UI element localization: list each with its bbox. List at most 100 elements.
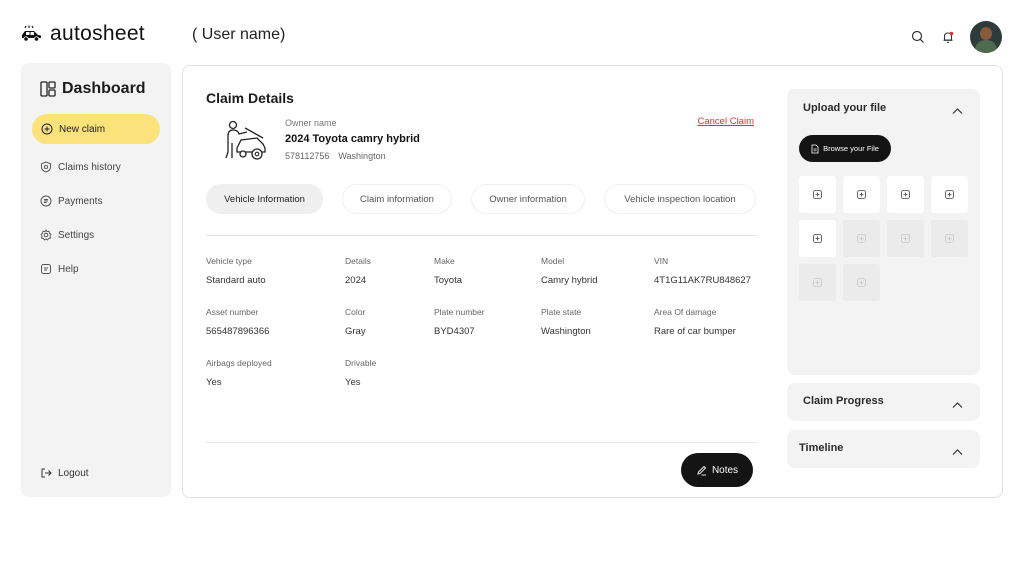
avatar-body <box>975 40 997 53</box>
field-drivable: Drivable Yes <box>345 358 376 388</box>
sidebar-item-help[interactable]: Help <box>40 261 121 277</box>
field-label: Details <box>345 256 371 266</box>
gear-icon <box>40 229 52 241</box>
upload-slot[interactable] <box>931 176 968 213</box>
divider-top <box>206 235 757 236</box>
sidebar: Dashboard New claim Claims history Payme… <box>21 63 171 497</box>
upload-slot[interactable] <box>887 176 924 213</box>
new-claim-label: New claim <box>59 123 106 135</box>
plus-circle-icon <box>41 123 53 135</box>
field-vehicle-type: Vehicle type Standard auto <box>206 256 266 286</box>
field-label: Plate state <box>541 307 582 317</box>
add-icon <box>945 234 954 243</box>
logout-button[interactable]: Logout <box>40 467 89 479</box>
brand-name: autosheet <box>50 22 145 45</box>
add-icon <box>857 190 866 199</box>
field-value: BYD4307 <box>434 326 475 337</box>
field-row: Airbags deployed Yes Drivable Yes <box>206 358 766 409</box>
tab-vehicle-inspection-location[interactable]: Vehicle inspection location <box>604 184 756 214</box>
owner-info: Owner name 2024 Toyota camry hybrid 5781… <box>285 118 420 162</box>
tab-vehicle-information[interactable]: Vehicle Information <box>206 184 323 214</box>
claim-progress-panel[interactable]: Claim Progress <box>787 383 980 421</box>
upload-title: Upload your file <box>803 102 887 114</box>
avatar[interactable] <box>970 21 1002 53</box>
cancel-claim-link[interactable]: Cancel Claim <box>698 116 755 127</box>
sidebar-item-label: Claims history <box>58 161 121 173</box>
timeline-title: Timeline <box>799 442 844 454</box>
upload-slot[interactable] <box>931 220 968 257</box>
field-color: Color Gray <box>345 307 366 337</box>
field-airbags-deployed: Airbags deployed Yes <box>206 358 272 388</box>
field-row: Vehicle type Standard auto Details 2024 … <box>206 256 766 307</box>
field-value: Standard auto <box>206 275 266 286</box>
owner-location: Washington <box>338 151 386 161</box>
field-value: 565487896366 <box>206 326 270 337</box>
chevron-up-icon <box>952 443 963 461</box>
timeline-panel[interactable]: Timeline <box>787 430 980 468</box>
sidebar-title[interactable]: Dashboard <box>40 80 146 98</box>
sidebar-item-label: Payments <box>58 195 103 207</box>
field-row: Asset number 565487896366 Color Gray Pla… <box>206 307 766 358</box>
mechanic-car-icon <box>223 118 267 162</box>
field-label: Make <box>434 256 455 266</box>
sidebar-item-payments[interactable]: Payments <box>40 193 121 209</box>
upload-slot[interactable] <box>887 220 924 257</box>
field-label: Area Of damage <box>654 307 717 317</box>
sidebar-item-settings[interactable]: Settings <box>40 227 121 243</box>
chevron-up-icon <box>952 396 963 414</box>
field-value: Rare of car bumper <box>654 326 736 337</box>
vehicle-fields: Vehicle type Standard auto Details 2024 … <box>206 256 766 409</box>
brand-logo[interactable]: autosheet <box>20 22 145 46</box>
browse-file-button[interactable]: Browse your File <box>799 135 891 162</box>
header-user-name: ( User name) <box>192 26 286 43</box>
owner-block: Owner name 2024 Toyota camry hybrid 5781… <box>223 118 420 162</box>
logout-label: Logout <box>58 467 89 479</box>
new-claim-button[interactable]: New claim <box>32 114 160 144</box>
upload-slot[interactable] <box>843 220 880 257</box>
logout-icon <box>40 467 52 479</box>
claim-details-card: Claim Details Owner name 2024 Toyota cam… <box>182 65 1003 498</box>
field-value: Gray <box>345 326 366 337</box>
field-value: Toyota <box>434 275 462 286</box>
upload-slot[interactable] <box>799 176 836 213</box>
claim-tabs: Vehicle Information Claim information Ow… <box>206 184 756 214</box>
shield-icon <box>40 161 52 173</box>
field-value: Yes <box>206 377 222 388</box>
owner-meta: 578112756 Washington <box>285 151 420 161</box>
search-icon[interactable] <box>910 29 926 45</box>
upload-slot[interactable] <box>799 220 836 257</box>
notes-button[interactable]: Notes <box>681 453 753 487</box>
tab-owner-information[interactable]: Owner information <box>471 184 585 214</box>
field-area-of-damage: Area Of damage Rare of car bumper <box>654 307 736 337</box>
field-label: Vehicle type <box>206 256 252 266</box>
upload-slot[interactable] <box>799 264 836 301</box>
vehicle-title: 2024 Toyota camry hybrid <box>285 133 420 145</box>
upload-slot[interactable] <box>843 176 880 213</box>
field-label: Drivable <box>345 358 377 368</box>
upload-panel: Upload your file Browse your File <box>787 89 980 375</box>
field-plate-number: Plate number BYD4307 <box>434 307 485 337</box>
field-plate-state: Plate state Washington <box>541 307 591 337</box>
field-label: Asset number <box>206 307 259 317</box>
add-icon <box>901 234 910 243</box>
bell-icon[interactable] <box>940 29 956 45</box>
file-icon <box>811 144 819 154</box>
add-icon <box>901 190 910 199</box>
payments-icon <box>40 195 52 207</box>
owner-label: Owner name <box>285 118 337 128</box>
field-label: Model <box>541 256 565 266</box>
sidebar-item-label: Help <box>58 263 79 275</box>
field-value: Camry hybrid <box>541 275 598 286</box>
upload-slot[interactable] <box>843 264 880 301</box>
field-label: Color <box>345 307 366 317</box>
sidebar-item-claims-history[interactable]: Claims history <box>40 159 121 175</box>
owner-id: 578112756 <box>285 151 330 161</box>
chevron-up-icon[interactable] <box>952 102 963 120</box>
tab-claim-information[interactable]: Claim information <box>342 184 452 214</box>
field-label: Plate number <box>434 307 485 317</box>
upload-slots <box>799 176 968 301</box>
sidebar-title-label: Dashboard <box>62 80 146 97</box>
field-vin: VIN 4T1G11AK7RU848627 <box>654 256 751 286</box>
car-icon <box>20 25 42 43</box>
browse-file-label: Browse your File <box>823 144 879 153</box>
